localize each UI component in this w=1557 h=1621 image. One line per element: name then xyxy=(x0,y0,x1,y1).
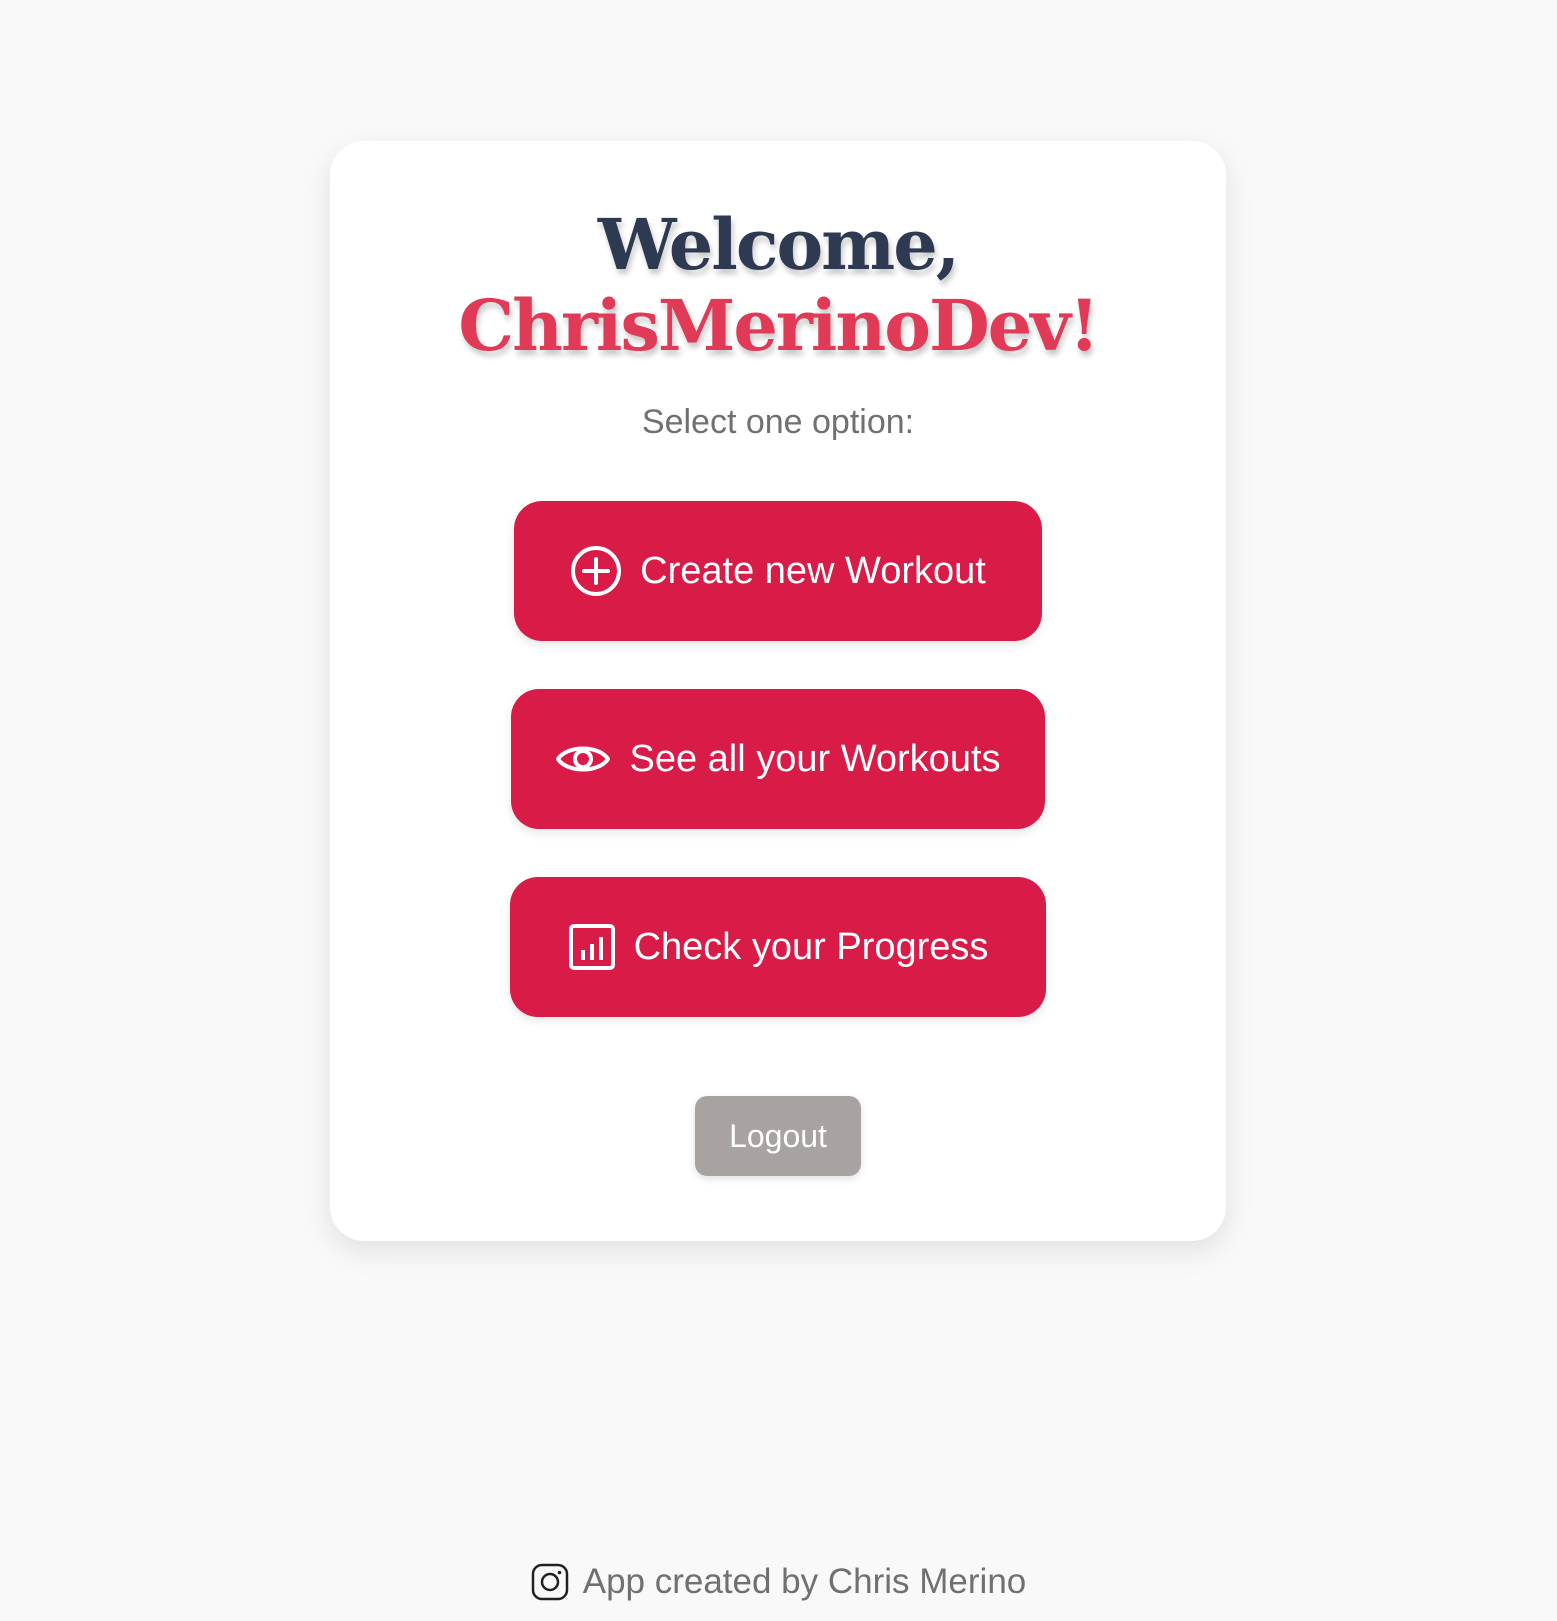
instagram-icon[interactable] xyxy=(531,1563,569,1601)
welcome-heading: Welcome, xyxy=(597,203,960,286)
select-option-text: Select one option: xyxy=(641,403,915,441)
check-progress-label: Check your Progress xyxy=(633,925,989,968)
bar-chart-icon xyxy=(568,923,616,971)
welcome-card: Welcome, ChrisMerinoDev! Select one opti… xyxy=(330,141,1226,1241)
plus-circle-icon xyxy=(570,545,622,597)
see-workouts-label: See all your Workouts xyxy=(629,737,1001,780)
username-heading: ChrisMerinoDev! xyxy=(458,284,1099,367)
eye-icon xyxy=(555,739,611,779)
check-progress-button[interactable]: Check your Progress xyxy=(510,877,1046,1017)
footer-credit-text: App created by Chris Merino xyxy=(582,1562,1027,1601)
create-workout-button[interactable]: Create new Workout xyxy=(514,501,1042,641)
footer: App created by Chris Merino xyxy=(0,1562,1557,1602)
see-workouts-button[interactable]: See all your Workouts xyxy=(511,689,1045,829)
logout-button[interactable]: Logout xyxy=(695,1096,861,1176)
create-workout-label: Create new Workout xyxy=(640,549,986,592)
